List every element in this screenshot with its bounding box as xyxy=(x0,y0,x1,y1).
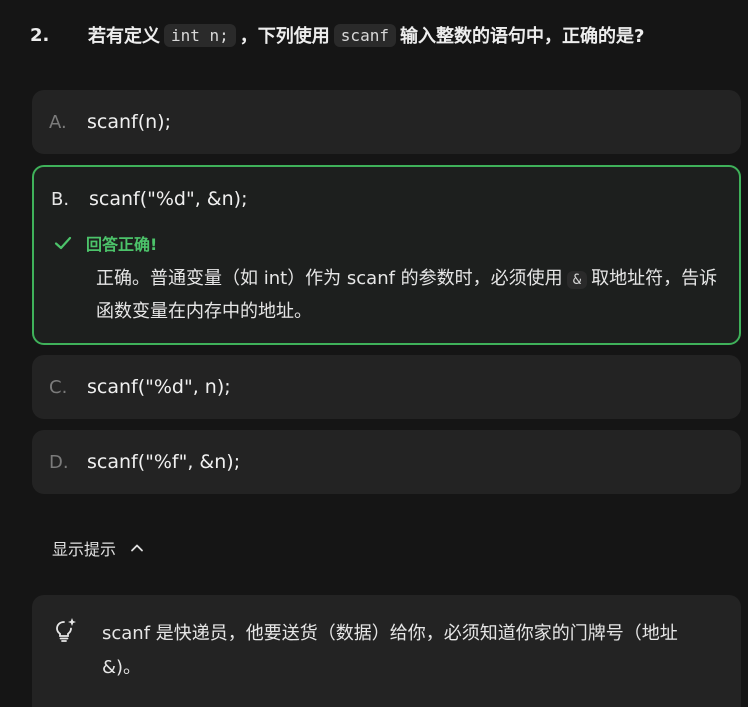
quiz-question-panel: 2. 若有定义 int n; ，下列使用 scanf 输入整数的语句中，正确的是… xyxy=(0,0,748,707)
option-c[interactable]: C. scanf("%d", n); xyxy=(32,355,741,419)
feedback-text-part1: 正确。普通变量（如 int）作为 scanf 的参数时，必须使用 xyxy=(96,268,563,289)
option-text: scanf(n); xyxy=(87,111,171,133)
lightbulb-sparkle-icon xyxy=(56,618,76,642)
feedback-title-text: 回答正确! xyxy=(86,235,158,254)
inline-code-declaration: int n; xyxy=(164,23,236,47)
show-hint-toggle[interactable]: 显示提示 xyxy=(52,536,144,560)
feedback-title: 回答正确! xyxy=(54,231,719,255)
question-suffix: 输入整数的语句中，正确的是? xyxy=(399,26,645,47)
inline-code-scanf: scanf xyxy=(333,23,396,47)
option-letter: C. xyxy=(49,376,68,398)
check-icon xyxy=(54,236,72,250)
question-prefix: 若有定义 xyxy=(88,26,160,47)
feedback-explanation: 正确。普通变量（如 int）作为 scanf 的参数时，必须使用 & 取地址符，告诉… xyxy=(54,263,719,327)
question-number: 2. xyxy=(30,24,50,46)
question-title: 2. 若有定义 int n; ，下列使用 scanf 输入整数的语句中，正确的是… xyxy=(30,20,644,50)
option-b-selected-correct[interactable]: B. scanf("%d", &n); 回答正确! 正确。普通变量（如 int）… xyxy=(32,165,741,345)
chevron-up-icon xyxy=(131,544,143,552)
answer-feedback: 回答正确! 正确。普通变量（如 int）作为 scanf 的参数时，必须使用 & 取… xyxy=(34,231,739,347)
option-text: scanf("%d", &n); xyxy=(89,188,248,210)
hint-text: scanf 是快递员，他要送货（数据）给你，必须知道你家的门牌号（地址 &)。 xyxy=(102,623,678,678)
option-a[interactable]: A. scanf(n); xyxy=(32,90,741,154)
option-letter: D. xyxy=(49,451,69,473)
option-text: scanf("%f", &n); xyxy=(87,451,241,473)
hint-card: scanf 是快递员，他要送货（数据）给你，必须知道你家的门牌号（地址 &)。 xyxy=(32,595,741,707)
inline-code-ampersand: & xyxy=(566,271,588,289)
option-letter: B. xyxy=(51,188,70,210)
question-middle: ，下列使用 xyxy=(239,26,330,47)
option-text: scanf("%d", n); xyxy=(87,376,231,398)
option-letter: A. xyxy=(49,111,67,133)
show-hint-label: 显示提示 xyxy=(52,540,117,559)
option-d[interactable]: D. scanf("%f", &n); xyxy=(32,430,741,494)
